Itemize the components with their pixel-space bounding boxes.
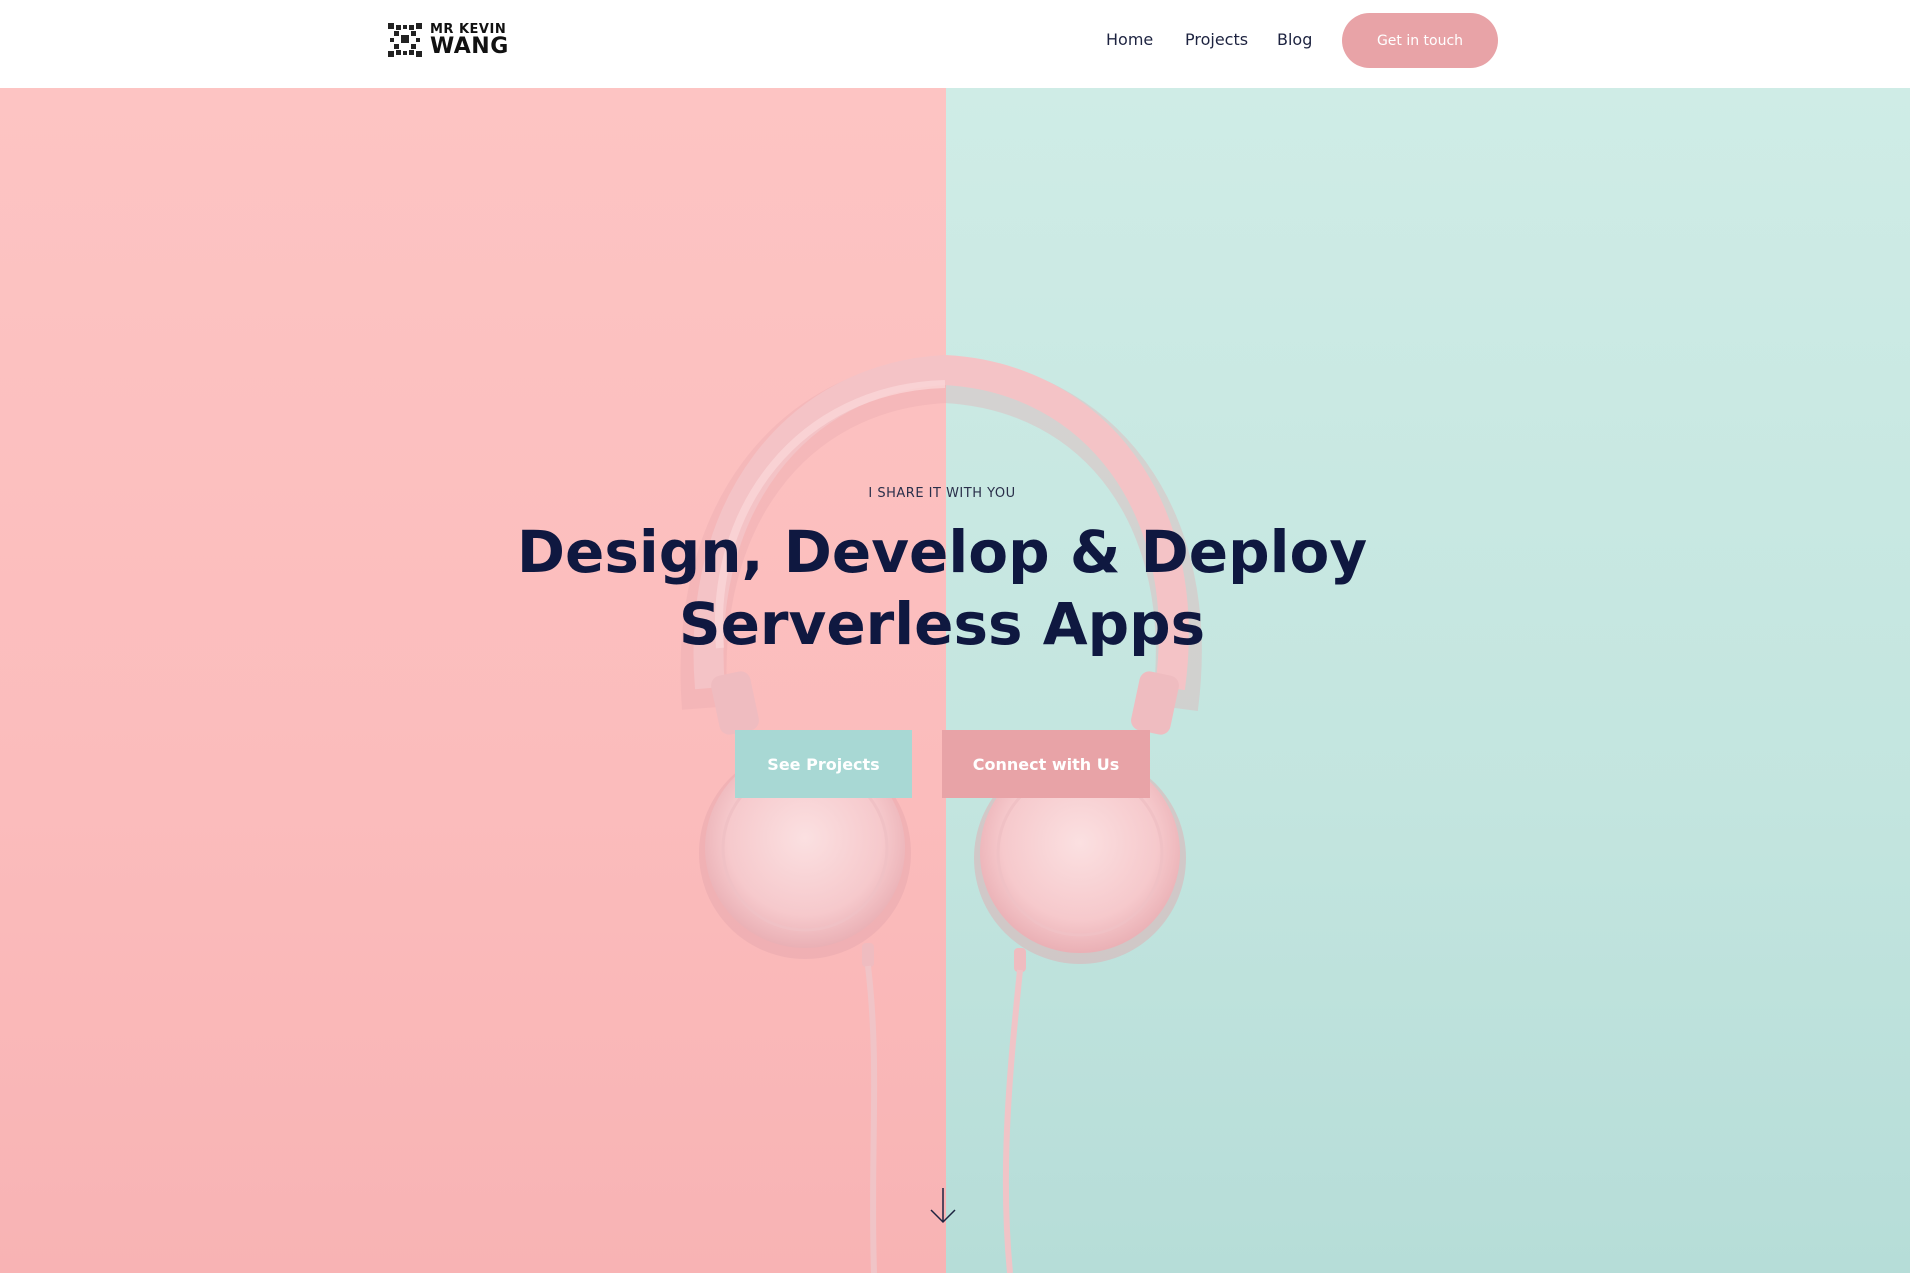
logo[interactable]: MR KEVIN WANG xyxy=(386,20,511,60)
get-in-touch-button[interactable]: Get in touch xyxy=(1342,13,1498,68)
nav-blog[interactable]: Blog xyxy=(1277,30,1312,50)
nav-home[interactable]: Home xyxy=(1106,30,1153,50)
logo-mark-icon xyxy=(388,23,422,57)
site-header: MR KEVIN WANG Home Projects Blog Get in … xyxy=(0,0,1910,88)
headline-line2: Serverless Apps xyxy=(678,590,1206,658)
connect-with-us-button[interactable]: Connect with Us xyxy=(942,730,1150,798)
headline-line1: Design, Develop & Deploy xyxy=(516,518,1368,586)
logo-line2: WANG xyxy=(430,33,509,59)
hero-headline: Design, Develop & Deploy Serverless Apps xyxy=(0,516,1884,660)
nav-projects[interactable]: Projects xyxy=(1185,30,1248,50)
hero-section: I SHARE IT WITH YOU Design, Develop & De… xyxy=(0,88,1910,1273)
headphones-illustration xyxy=(680,354,1202,1273)
hero-eyebrow: I SHARE IT WITH YOU xyxy=(868,486,1016,501)
logo-text: MR KEVIN WANG xyxy=(430,23,509,58)
arrow-down-icon[interactable] xyxy=(928,1186,958,1226)
see-projects-button[interactable]: See Projects xyxy=(735,730,912,798)
